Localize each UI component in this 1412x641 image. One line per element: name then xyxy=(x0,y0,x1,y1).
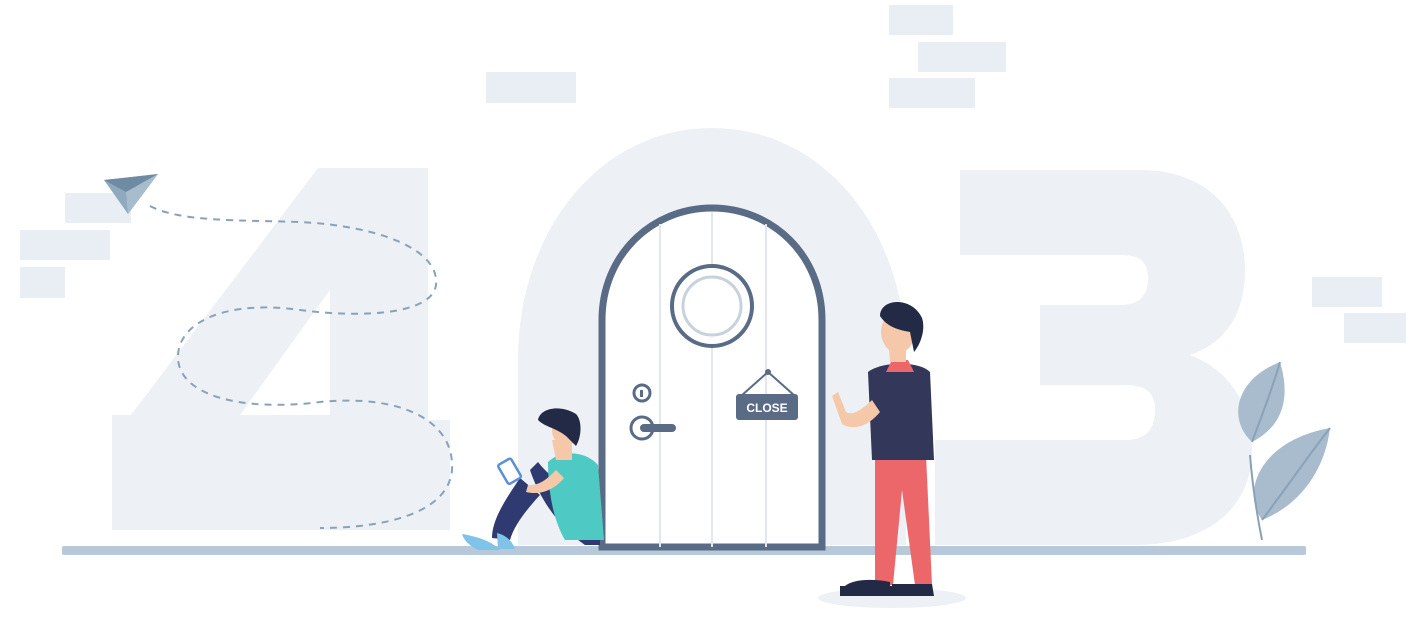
brick xyxy=(918,42,1006,72)
close-sign-label: CLOSE xyxy=(746,401,787,415)
brick xyxy=(20,267,65,298)
brick xyxy=(486,72,576,103)
digit-three xyxy=(935,170,1252,545)
door-handle xyxy=(640,424,676,432)
brick xyxy=(889,5,953,35)
error-403-illustration: CLOSE xyxy=(20,5,1406,608)
brick xyxy=(1312,277,1382,307)
brick xyxy=(1344,313,1406,343)
digit-four-base xyxy=(112,415,450,530)
door-icon xyxy=(598,204,826,551)
brick xyxy=(20,230,110,260)
brick xyxy=(889,78,975,108)
